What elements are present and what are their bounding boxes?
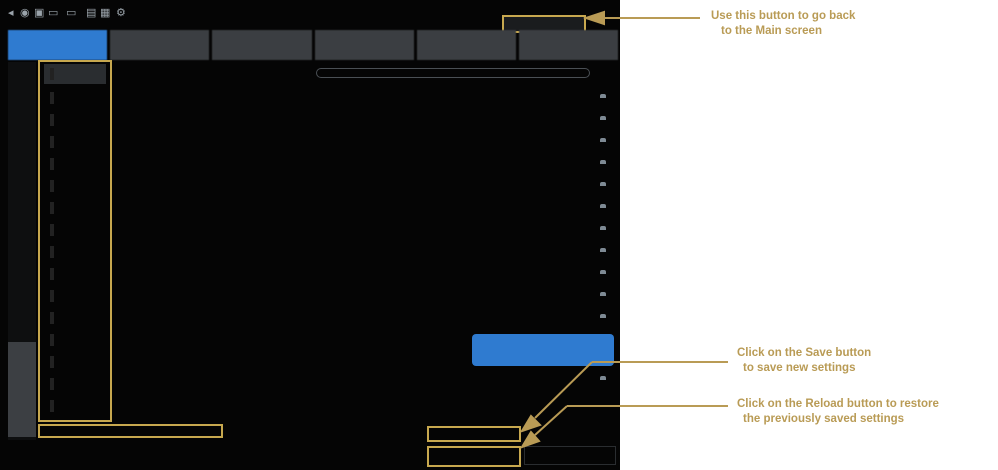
annotation-line: to save new settings [743,362,856,374]
device-screen: ◂ ◉ ▣ ▭ ▭ ▤ ▦ ⚙ [0,0,620,470]
dropdown-arrow-icon[interactable] [600,204,606,208]
list-item[interactable] [44,110,106,130]
settings-icon: ⚙ [116,7,126,19]
save-annotation: Click on the Save button to save new set… [737,346,871,376]
annotation-line: Use this button to go back [711,10,856,22]
list-item[interactable] [44,352,106,372]
grid-icon: ▦ [100,7,111,19]
main-screen-annotation: Use this button to go back to the Main s… [711,9,855,39]
tab-4[interactable] [314,30,414,60]
annotation-line: the previously saved settings [743,413,905,425]
footer-button[interactable] [524,446,616,465]
list-item[interactable] [44,242,106,262]
dropdown-arrow-icon[interactable] [600,160,606,164]
apply-button[interactable] [472,334,614,366]
list-item[interactable] [44,88,106,108]
list-item[interactable] [44,374,106,394]
dropdown-arrow-icon[interactable] [600,248,606,252]
dropdown-arrow-icon[interactable] [600,292,606,296]
tab-6[interactable] [518,30,619,60]
hint-bar [38,424,223,438]
section-column [8,62,36,440]
section-highlight [8,342,36,437]
dropdown-arrow-icon[interactable] [600,226,606,230]
save-button[interactable] [427,426,521,442]
dropdown-arrow-icon[interactable] [600,94,606,98]
name-field[interactable] [316,68,590,78]
tab-3[interactable] [212,30,312,60]
channel-list [38,60,112,422]
list-item[interactable] [44,220,106,240]
camera-icon: ▣ [34,7,45,19]
dropdown-arrow-icon[interactable] [600,376,606,380]
annotation-line: to the Main screen [721,25,822,37]
record-icon: ▭ [66,7,77,19]
list-item[interactable] [44,176,106,196]
list-item[interactable] [44,308,106,328]
list-item[interactable] [44,154,106,174]
tab-1[interactable] [8,30,108,60]
audio-icon: ◉ [20,7,30,19]
reload-annotation: Click on the Reload button to restore th… [737,397,939,427]
tab-5[interactable] [416,30,516,60]
list-item[interactable] [44,396,106,416]
dropdown-arrow-icon[interactable] [600,270,606,274]
list-icon: ▤ [86,7,97,19]
list-item[interactable] [44,286,106,306]
list-item[interactable] [44,132,106,152]
dropdown-arrow-icon[interactable] [600,116,606,120]
dropdown-arrow-icon[interactable] [600,138,606,142]
tab-2[interactable] [110,30,210,60]
annotation-line: Click on the Reload button to restore [737,398,939,410]
list-item[interactable] [44,330,106,350]
reload-button[interactable] [427,446,521,467]
battery-icon: ▭ [48,7,59,19]
list-item[interactable] [44,64,106,84]
list-item[interactable] [44,264,106,284]
tab-bar [8,30,619,60]
list-item[interactable] [44,198,106,218]
dropdown-arrow-icon[interactable] [600,314,606,318]
signal-icon: ◂ [8,7,14,19]
dropdown-arrow-icon[interactable] [600,182,606,186]
annotation-line: Click on the Save button [737,347,872,359]
